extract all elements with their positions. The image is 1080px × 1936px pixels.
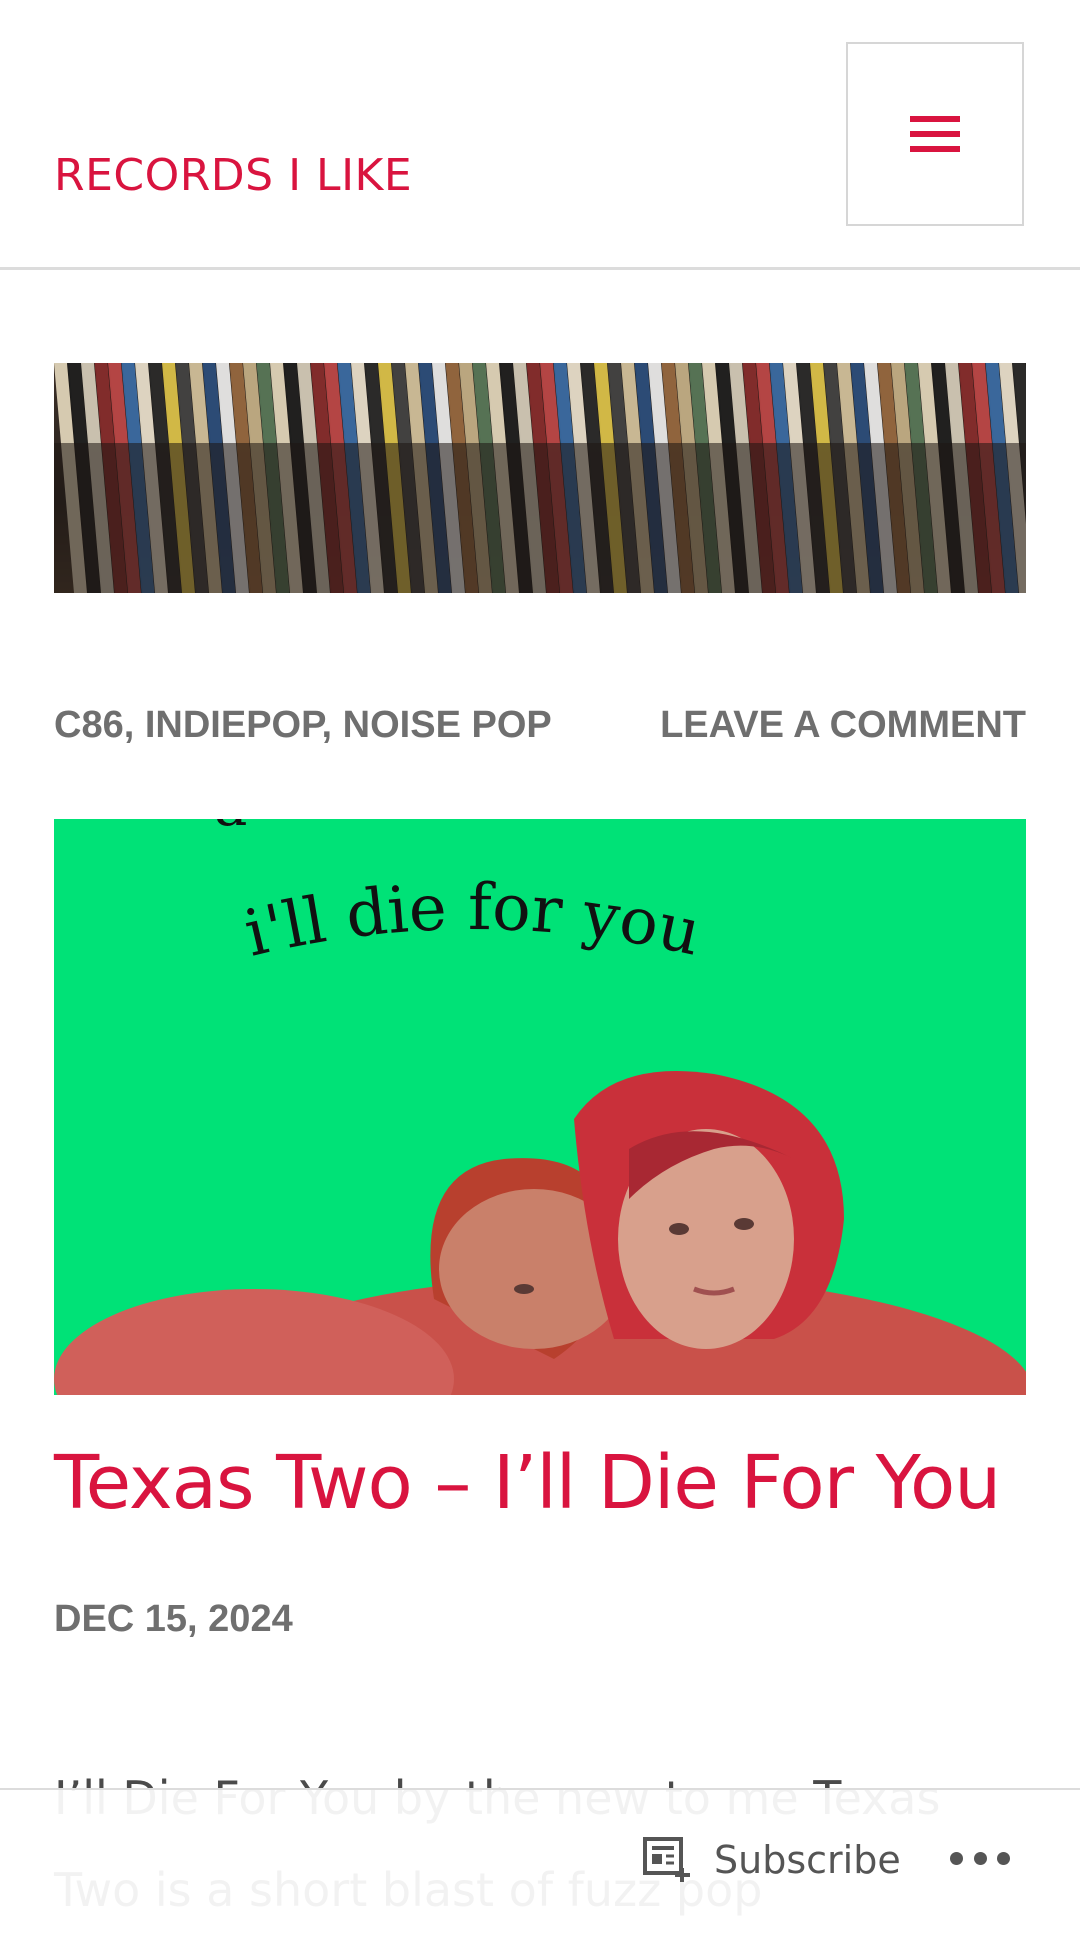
bottom-action-bar: Subscribe [0, 1788, 1080, 1920]
featured-image-caption: i'll die for you [238, 871, 707, 972]
post-meta: C86, INDIEPOP, NOISE POP LEAVE A COMMENT [54, 704, 1026, 754]
category-link[interactable]: C86 [54, 704, 124, 746]
post-date[interactable]: DEC 15, 2024 [54, 1598, 293, 1641]
cover-art-figures [54, 1071, 1026, 1395]
hamburger-menu-icon [910, 116, 960, 152]
header-banner-image [54, 363, 1026, 593]
leave-comment-link[interactable]: LEAVE A COMMENT [660, 704, 1026, 747]
category-link[interactable]: NOISE POP [343, 704, 552, 746]
svg-text:a: a [214, 819, 247, 839]
category-link[interactable]: INDIEPOP [145, 704, 322, 746]
reader-subscribe-icon [643, 1837, 690, 1882]
site-title[interactable]: RECORDS I LIKE [54, 150, 412, 201]
subscribe-label: Subscribe [714, 1838, 901, 1882]
post-categories: C86, INDIEPOP, NOISE POP [54, 704, 552, 746]
featured-image[interactable]: i'll die for you a [54, 819, 1026, 1395]
post-title[interactable]: Texas Two – I’ll Die For You [54, 1440, 1026, 1526]
menu-button[interactable] [846, 42, 1024, 226]
subscribe-button[interactable]: Subscribe [642, 1832, 901, 1888]
more-options-icon[interactable] [950, 1830, 1010, 1886]
site-header: RECORDS I LIKE [0, 0, 1080, 270]
